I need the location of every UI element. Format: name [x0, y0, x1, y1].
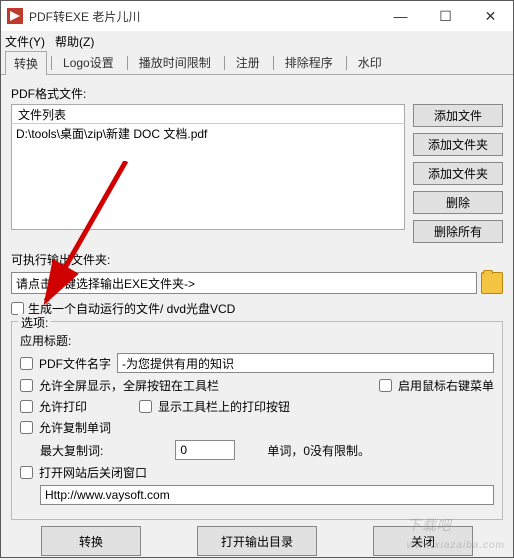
tab-watermark[interactable]: 水印 [349, 50, 391, 74]
open-output-dir-button[interactable]: 打开输出目录 [197, 526, 317, 556]
rightclick-checkbox[interactable] [379, 379, 392, 392]
apply-title-label: 应用标题: [20, 332, 494, 349]
output-folder-label: 可执行输出文件夹: [11, 251, 503, 268]
tab-logo[interactable]: Logo设置 [54, 50, 123, 74]
allow-print-checkbox[interactable] [20, 400, 33, 413]
fullscreen-label: 允许全屏显示，全屏按钮在工具栏 [39, 377, 219, 394]
tab-time-limit[interactable]: 播放时间限制 [130, 50, 220, 74]
browse-folder-icon[interactable] [481, 272, 503, 294]
fullscreen-checkbox[interactable] [20, 379, 33, 392]
show-print-btn-label: 显示工具栏上的打印按钮 [158, 398, 290, 415]
url-input[interactable] [40, 485, 494, 505]
autorun-label: 生成一个自动运行的文件/ dvd光盘VCD [28, 300, 235, 317]
max-copy-label: 最大复制词: [40, 442, 103, 459]
open-web-checkbox[interactable] [20, 466, 33, 479]
output-folder-input[interactable] [11, 272, 477, 294]
allow-print-label: 允许打印 [39, 398, 87, 415]
pdf-name-checkbox[interactable] [20, 357, 33, 370]
tab-register[interactable]: 注册 [227, 50, 269, 74]
maximize-button[interactable]: ☐ [423, 1, 468, 31]
max-copy-input[interactable] [175, 440, 235, 460]
menu-help[interactable]: 帮助(Z) [55, 33, 94, 50]
close-button[interactable]: ✕ [468, 1, 513, 31]
tab-convert[interactable]: 转换 [5, 51, 47, 75]
open-web-label: 打开网站后关闭窗口 [39, 464, 147, 481]
add-folder-button-2[interactable]: 添加文件夹 [413, 162, 503, 185]
options-fieldset: 选项: 应用标题: PDF文件名字 允许全屏显示，全屏按钮在工具栏 启用鼠标右键… [11, 321, 503, 520]
tab-exclude[interactable]: 排除程序 [276, 50, 342, 74]
file-list[interactable]: 文件列表 D:\tools\桌面\zip\新建 DOC 文档.pdf [11, 104, 405, 243]
show-print-btn-checkbox[interactable] [139, 400, 152, 413]
minimize-button[interactable]: — [378, 1, 423, 31]
delete-all-button[interactable]: 删除所有 [413, 220, 503, 243]
allow-copy-checkbox[interactable] [20, 421, 33, 434]
close-window-button[interactable]: 关闭 [373, 526, 473, 556]
app-icon [7, 8, 23, 24]
window-title: PDF转EXE 老片儿川 [29, 8, 140, 25]
pdf-name-label: PDF文件名字 [39, 355, 111, 372]
add-file-button[interactable]: 添加文件 [413, 104, 503, 127]
tab-bar: 转换 Logo设置 播放时间限制 注册 排除程序 水印 [1, 51, 513, 75]
pdf-files-label: PDF格式文件: [11, 85, 503, 102]
delete-button[interactable]: 删除 [413, 191, 503, 214]
options-legend: 选项: [18, 314, 51, 331]
menu-file[interactable]: 文件(Y) [5, 33, 45, 50]
pdf-name-input[interactable] [117, 353, 494, 373]
max-copy-suffix: 单词，0没有限制。 [267, 442, 370, 459]
file-list-header: 文件列表 [11, 104, 405, 124]
file-list-item[interactable]: D:\tools\桌面\zip\新建 DOC 文档.pdf [16, 125, 400, 142]
menubar: 文件(Y) 帮助(Z) [1, 31, 513, 51]
convert-button[interactable]: 转换 [41, 526, 141, 556]
titlebar: PDF转EXE 老片儿川 — ☐ ✕ [1, 1, 513, 31]
allow-copy-label: 允许复制单词 [39, 419, 111, 436]
rightclick-label: 启用鼠标右键菜单 [398, 377, 494, 394]
add-folder-button-1[interactable]: 添加文件夹 [413, 133, 503, 156]
